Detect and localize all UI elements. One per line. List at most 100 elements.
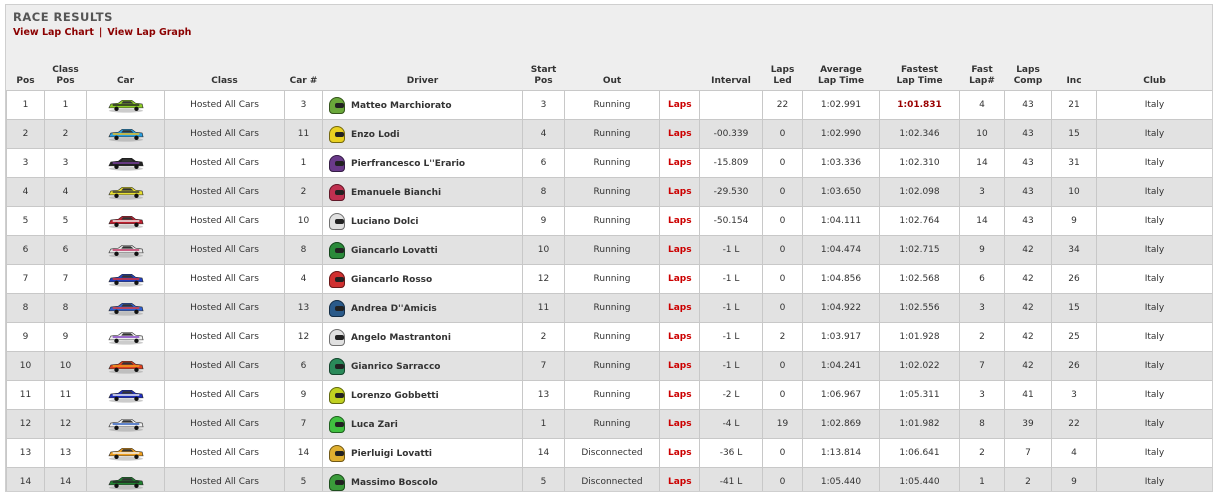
cell-laps-led: 19 [762, 409, 803, 439]
cell-out: Running [564, 235, 660, 265]
col-laps-comp: Laps Comp [1013, 65, 1043, 86]
cell-laps-comp: 43 [1004, 177, 1052, 207]
cell-pos: 13 [6, 438, 45, 468]
driver-name[interactable]: Luciano Dolci [351, 217, 419, 227]
cell-average-lap: 1:05.440 [802, 467, 880, 491]
driver-name[interactable]: Giancarlo Lovatti [351, 246, 438, 256]
cell-interval: -1 L [699, 351, 763, 381]
laps-link[interactable]: Laps [659, 264, 700, 294]
col-car: Car [116, 76, 135, 86]
cell-club: Italy [1096, 380, 1212, 410]
laps-link[interactable]: Laps [659, 235, 700, 265]
view-lap-chart-link[interactable]: View Lap Chart [13, 27, 94, 38]
cell-laps-comp: 39 [1004, 409, 1052, 439]
cell-laps-comp: 42 [1004, 293, 1052, 323]
cell-fastest-lap: 1:02.310 [879, 148, 960, 178]
fastest-lap-value: 1:02.556 [899, 303, 940, 313]
header-links: View Lap Chart | View Lap Graph [13, 27, 191, 38]
laps-link[interactable]: Laps [659, 409, 700, 439]
laps-link[interactable]: Laps [659, 467, 700, 491]
view-lap-graph-link[interactable]: View Lap Graph [107, 27, 191, 38]
cell-club: Italy [1096, 293, 1212, 323]
page-title: RACE RESULTS [13, 10, 113, 24]
cell-class: Hosted All Cars [164, 467, 285, 491]
cell-car [86, 322, 165, 352]
cell-fast-lap-number: 3 [959, 380, 1005, 410]
cell-inc: 4 [1051, 438, 1097, 468]
cell-fast-lap-number: 14 [959, 148, 1005, 178]
fastest-lap-value: 1:06.641 [899, 448, 940, 458]
table-row: 6 6 Hosted All Cars 8 Giancarlo Lovatti 10 Run… [6, 235, 1212, 265]
driver-name[interactable]: Lorenzo Gobbetti [351, 391, 439, 401]
cell-laps-led: 0 [762, 380, 803, 410]
cell-club: Italy [1096, 148, 1212, 178]
cell-driver: Angelo Mastrantoni [322, 322, 523, 352]
cell-fastest-lap: 1:05.440 [879, 467, 960, 491]
cell-car-number: 7 [284, 409, 323, 439]
laps-link[interactable]: Laps [659, 322, 700, 352]
driver-name[interactable]: Massimo Boscolo [351, 478, 438, 488]
cell-car [86, 148, 165, 178]
cell-car [86, 177, 165, 207]
helmet-icon [329, 183, 345, 201]
fastest-lap-value: 1:02.022 [899, 361, 940, 371]
driver-name[interactable]: Pierluigi Lovatti [351, 449, 432, 459]
fastest-lap-value: 1:02.098 [899, 187, 940, 197]
cell-fast-lap-number: 8 [959, 409, 1005, 439]
cell-club: Italy [1096, 206, 1212, 236]
col-start-pos: Start Pos [530, 65, 557, 86]
laps-link[interactable]: Laps [659, 206, 700, 236]
results-table: Pos Class Pos Car Class Car # Driver Star… [6, 58, 1212, 491]
laps-link[interactable]: Laps [659, 438, 700, 468]
fastest-lap-value: 1:02.310 [899, 158, 940, 168]
driver-name[interactable]: Matteo Marchiorato [351, 101, 452, 111]
driver-name[interactable]: Emanuele Bianchi [351, 188, 441, 198]
driver-name[interactable]: Enzo Lodi [351, 130, 400, 140]
cell-fastest-lap: 1:01.831 [879, 90, 960, 120]
cell-driver: Giancarlo Lovatti [322, 235, 523, 265]
table-row: 7 7 Hosted All Cars 4 Giancarlo Rosso 12 Runni… [6, 264, 1212, 294]
cell-laps-led: 22 [762, 90, 803, 120]
cell-laps-led: 0 [762, 235, 803, 265]
cell-car [86, 293, 165, 323]
cell-average-lap: 1:03.336 [802, 148, 880, 178]
table-row: 2 2 Hosted All Cars 11 Enzo Lodi 4 Running Laps… [6, 119, 1212, 149]
cell-start-pos: 1 [522, 409, 565, 439]
fastest-lap-value: 1:05.311 [899, 390, 940, 400]
cell-car-number: 10 [284, 206, 323, 236]
laps-link[interactable]: Laps [659, 380, 700, 410]
cell-average-lap: 1:04.856 [802, 264, 880, 294]
helmet-icon [329, 473, 345, 491]
laps-link[interactable]: Laps [659, 351, 700, 381]
cell-driver: Andrea D''Amicis [322, 293, 523, 323]
helmet-icon [329, 415, 345, 433]
car-icon [107, 273, 143, 287]
driver-name[interactable]: Angelo Mastrantoni [351, 333, 451, 343]
table-row: 5 5 Hosted All Cars 10 Luciano Dolci 9 Running… [6, 206, 1212, 236]
cell-driver: Giancarlo Rosso [322, 264, 523, 294]
car-icon [107, 360, 143, 374]
car-icon [107, 99, 143, 113]
driver-name[interactable]: Andrea D''Amicis [351, 304, 437, 314]
laps-link[interactable]: Laps [659, 177, 700, 207]
laps-link[interactable]: Laps [659, 293, 700, 323]
driver-name[interactable]: Giancarlo Rosso [351, 275, 432, 285]
driver-name[interactable]: Gianrico Sarracco [351, 362, 441, 372]
laps-link[interactable]: Laps [659, 148, 700, 178]
cell-average-lap: 1:03.917 [802, 322, 880, 352]
fastest-lap-value: 1:02.568 [899, 274, 940, 284]
cell-car-number: 12 [284, 322, 323, 352]
cell-class-pos: 2 [44, 119, 87, 149]
car-icon [107, 476, 143, 490]
cell-pos: 1 [6, 90, 45, 120]
cell-pos: 8 [6, 293, 45, 323]
laps-link[interactable]: Laps [659, 90, 700, 120]
col-interval: Interval [711, 76, 751, 86]
cell-laps-comp: 42 [1004, 235, 1052, 265]
cell-laps-comp: 43 [1004, 90, 1052, 120]
car-icon [107, 128, 143, 142]
cell-club: Italy [1096, 90, 1212, 120]
driver-name[interactable]: Luca Zari [351, 420, 398, 430]
laps-link[interactable]: Laps [659, 119, 700, 149]
driver-name[interactable]: Pierfrancesco L''Erario [351, 159, 465, 169]
